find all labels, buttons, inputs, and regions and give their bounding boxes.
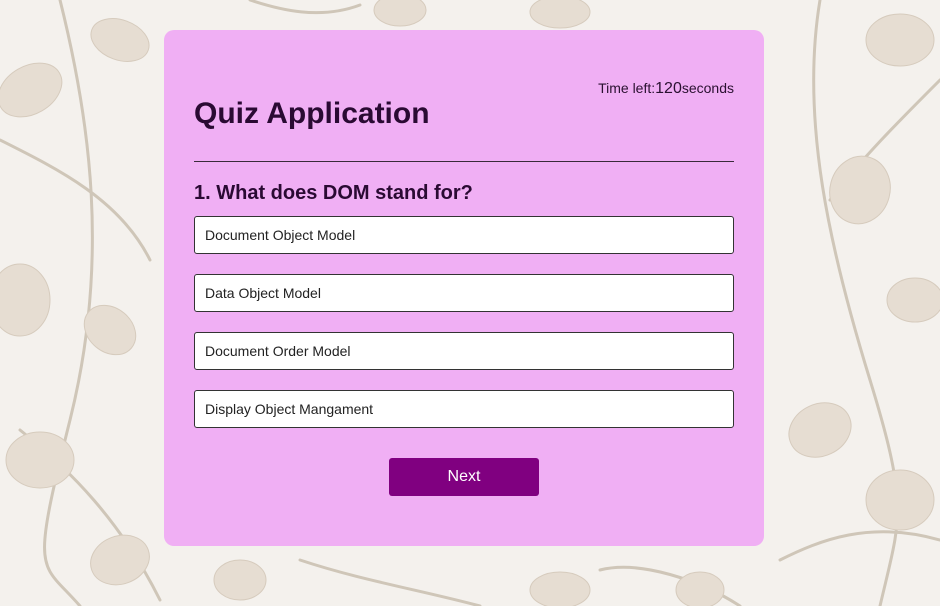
timer-value: 120 [655,80,682,97]
answer-option-3[interactable]: Document Order Model [194,332,734,370]
answer-option-2[interactable]: Data Object Model [194,274,734,312]
answer-option-4[interactable]: Display Object Mangament [194,390,734,428]
answer-option-1[interactable]: Document Object Model [194,216,734,254]
timer-suffix: seconds [681,80,734,96]
timer-prefix: Time left: [598,80,656,96]
question-text: 1. What does DOM stand for? [194,182,473,204]
next-button[interactable]: Next [389,458,539,496]
quiz-card: Time left:120seconds Quiz Application 1.… [164,30,764,546]
page-title: Quiz Application [194,97,430,130]
timer: Time left:120seconds [598,80,734,98]
divider [194,161,734,162]
